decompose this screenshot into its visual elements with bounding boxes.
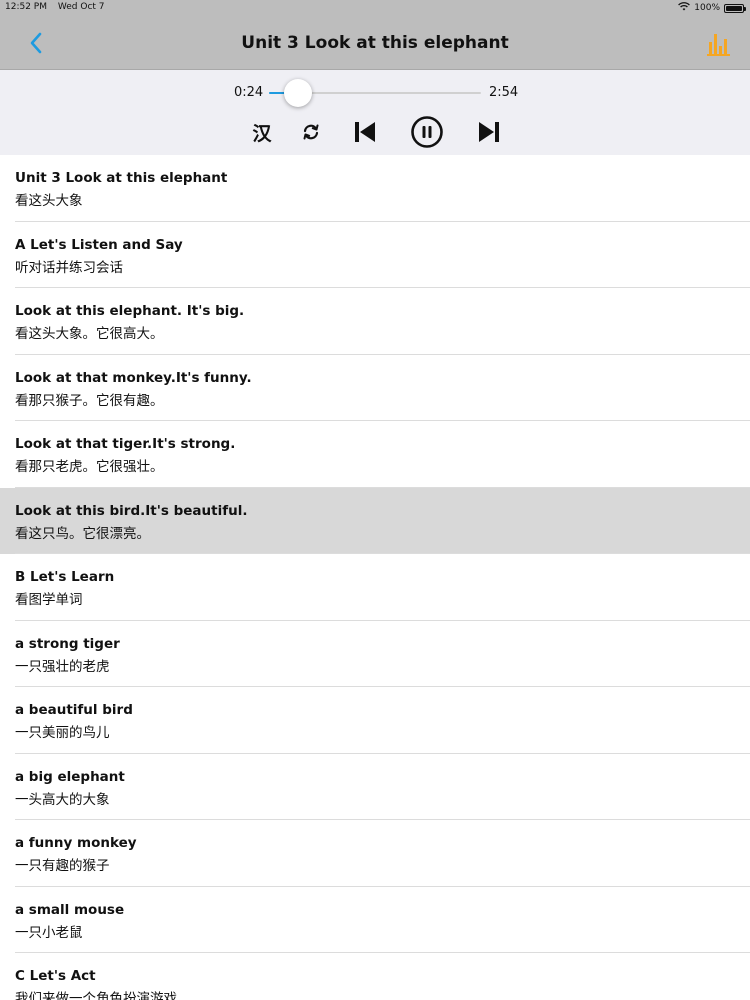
previous-button[interactable] <box>350 114 380 150</box>
progress-thumb[interactable] <box>284 79 312 107</box>
sentence-english: a strong tiger <box>15 635 120 652</box>
sentence-row[interactable]: Unit 3 Look at this elephant 看这头大象 <box>0 155 750 222</box>
chevron-left-icon <box>30 32 42 54</box>
sentence-chinese: 看图学单词 <box>15 592 83 608</box>
current-time: 0:24 <box>234 85 264 100</box>
pause-button[interactable] <box>409 114 445 150</box>
sentence-english: Look at this elephant. It's big. <box>15 303 245 319</box>
sentence-english: Look at that monkey.It's funny. <box>15 369 252 386</box>
battery-percent: 100% <box>694 3 720 13</box>
next-button[interactable] <box>474 114 504 150</box>
sentence-english: a beautiful bird <box>15 702 133 718</box>
sentence-english: a small mouse <box>15 901 125 918</box>
sentence-chinese: 一头高大的大象 <box>15 791 110 808</box>
status-date: Wed Oct 7 <box>57 2 105 12</box>
repeat-button[interactable] <box>297 114 325 150</box>
sentence-chinese: 一只强壮的老虎 <box>15 658 110 675</box>
sentence-english: A Let's Listen and Say <box>15 236 183 253</box>
sentence-row[interactable]: Look at that tiger.It's strong. 看那只老虎。它很强… <box>0 421 750 488</box>
sentence-chinese: 一只美丽的鸟儿 <box>15 725 110 741</box>
sentence-chinese: 看这只鸟。它很漂亮。 <box>15 525 150 542</box>
sentence-row[interactable]: Look at this bird.It's beautiful. 看这只鸟。它很… <box>0 487 750 554</box>
sentence-english: a big elephant <box>15 768 125 785</box>
sentence-row[interactable]: C Let's Act 我们来做一个角色扮演游戏 <box>0 953 750 1000</box>
status-left: 12:52 PM Wed Oct 7 <box>5 2 113 12</box>
sentence-chinese: 一只小老鼠 <box>15 924 83 941</box>
repeat-icon <box>303 124 319 140</box>
sentence-english: Look at this bird.It's beautiful. <box>15 502 248 519</box>
sentence-row[interactable]: Look at this elephant. It's big. 看这头大象。它很… <box>0 288 750 355</box>
sentence-row[interactable]: a strong tiger 一只强壮的老虎 <box>0 620 750 687</box>
chinese-toggle-button[interactable]: 汉 <box>248 114 276 150</box>
skip-next-icon <box>479 122 499 142</box>
sentence-row[interactable]: a small mouse 一只小老鼠 <box>0 886 750 953</box>
sentence-chinese: 我们来做一个角色扮演游戏 <box>15 991 177 1000</box>
sentence-row[interactable]: Look at that monkey.It's funny. 看那只猴子。它很有… <box>0 354 750 421</box>
battery-icon <box>724 3 746 13</box>
sentence-english: Look at that tiger.It's strong. <box>15 436 236 452</box>
total-time: 2:54 <box>489 85 519 100</box>
sentence-english: Unit 3 Look at this elephant <box>15 170 228 186</box>
sentence-chinese: 看那只猴子。它很有趣。 <box>15 392 164 409</box>
sentence-row[interactable]: B Let's Learn 看图学单词 <box>0 554 750 621</box>
sentence-chinese: 看那只老虎。它很强壮。 <box>15 459 164 475</box>
sentence-chinese: 听对话并练习会话 <box>15 259 123 276</box>
sentence-chinese: 看这头大象。它很高大。 <box>15 326 164 342</box>
sentence-chinese: 看这头大象 <box>15 193 83 209</box>
sentence-english: B Let's Learn <box>15 569 115 585</box>
sentence-list: Unit 3 Look at this elephant 看这头大象 A Let's… <box>0 155 750 1000</box>
bar-chart-icon <box>707 34 730 56</box>
sentence-row[interactable]: a beautiful bird 一只美丽的鸟儿 <box>0 687 750 754</box>
sentence-row[interactable]: a funny monkey 一只有趣的猴子 <box>0 820 750 887</box>
navigation-bar: Unit 3 Look at this elephant <box>0 15 750 70</box>
page-title: Unit 3 Look at this elephant <box>241 33 509 53</box>
sentence-row[interactable]: A Let's Listen and Say 听对话并练习会话 <box>0 221 750 288</box>
sentence-chinese: 一只有趣的猴子 <box>15 858 110 874</box>
pause-circle-icon <box>411 116 443 148</box>
sentence-english: C Let's Act <box>15 968 96 984</box>
chart-button[interactable] <box>704 28 734 58</box>
wifi-icon <box>678 2 691 14</box>
status-time: 12:52 PM <box>5 2 47 12</box>
skip-previous-icon <box>355 122 375 142</box>
status-right: 100% <box>678 2 746 14</box>
back-button[interactable] <box>22 29 50 57</box>
status-bar: 12:52 PM Wed Oct 7 100% <box>0 0 750 15</box>
sentence-english: a funny monkey <box>15 835 137 851</box>
sentence-row[interactable]: a big elephant 一头高大的大象 <box>0 753 750 820</box>
audio-player: 0:24 2:54 汉 <box>0 70 750 155</box>
